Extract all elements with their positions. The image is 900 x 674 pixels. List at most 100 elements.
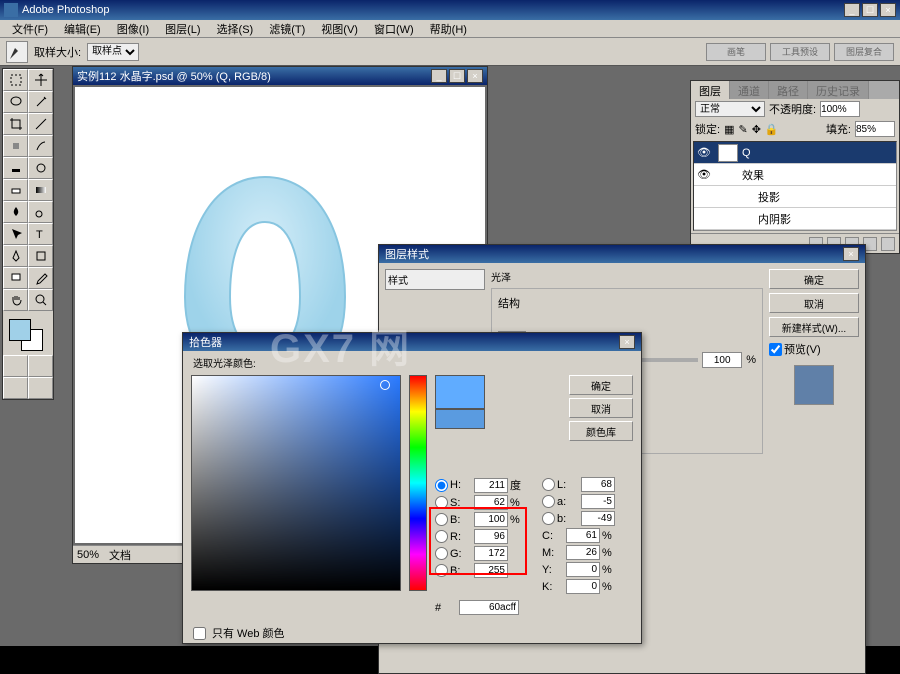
h-radio[interactable] bbox=[435, 479, 448, 492]
lasso-tool[interactable] bbox=[3, 91, 28, 113]
palette-well-brushes[interactable]: 画笔 bbox=[706, 43, 766, 61]
visibility-icon[interactable]: 👁 bbox=[694, 146, 714, 159]
menu-filter[interactable]: 滤镜(T) bbox=[261, 21, 313, 37]
menu-help[interactable]: 帮助(H) bbox=[422, 21, 475, 37]
r-input[interactable] bbox=[474, 529, 508, 544]
tab-layers[interactable]: 图层 bbox=[691, 81, 730, 99]
g-input[interactable] bbox=[474, 546, 508, 561]
hue-slider[interactable] bbox=[409, 375, 427, 591]
webonly-checkbox[interactable] bbox=[193, 627, 206, 640]
doc-maximize-button[interactable]: ☐ bbox=[449, 69, 465, 83]
s-radio[interactable] bbox=[435, 496, 448, 509]
layerstyle-ok-button[interactable]: 确定 bbox=[769, 269, 859, 289]
color-field[interactable] bbox=[191, 375, 401, 591]
menu-file[interactable]: 文件(F) bbox=[4, 21, 56, 37]
eyedropper-tool[interactable] bbox=[28, 267, 53, 289]
stamp-tool[interactable] bbox=[3, 157, 28, 179]
sample-size-select[interactable]: 取样点 bbox=[87, 43, 139, 61]
layer-item-q[interactable]: 👁 T Q bbox=[694, 142, 896, 164]
h-input[interactable] bbox=[474, 478, 508, 493]
marquee-tool[interactable] bbox=[3, 69, 28, 91]
menu-view[interactable]: 视图(V) bbox=[313, 21, 366, 37]
close-button[interactable]: × bbox=[880, 3, 896, 17]
new-style-button[interactable]: 新建样式(W)... bbox=[769, 317, 859, 337]
screen-mode-2[interactable] bbox=[28, 377, 53, 399]
color-cursor[interactable] bbox=[380, 380, 390, 390]
menu-image[interactable]: 图像(I) bbox=[109, 21, 157, 37]
path-select-tool[interactable] bbox=[3, 223, 28, 245]
b-radio[interactable] bbox=[435, 513, 448, 526]
magic-wand-tool[interactable] bbox=[28, 91, 53, 113]
history-brush-tool[interactable] bbox=[28, 157, 53, 179]
g-radio[interactable] bbox=[435, 547, 448, 560]
lock-all-icon[interactable]: 🔒 bbox=[765, 123, 779, 136]
c-input[interactable] bbox=[566, 528, 600, 543]
b-input[interactable] bbox=[474, 512, 508, 527]
l-input[interactable] bbox=[581, 477, 615, 492]
healing-tool[interactable] bbox=[3, 135, 28, 157]
quickmask-mode-button[interactable] bbox=[28, 355, 53, 377]
document-titlebar[interactable]: 实例112 水晶字.psd @ 50% (Q, RGB/8) _ ☐ × bbox=[73, 67, 487, 85]
palette-well-layercomps[interactable]: 图层复合 bbox=[834, 43, 894, 61]
menu-select[interactable]: 选择(S) bbox=[209, 21, 262, 37]
gradient-tool[interactable] bbox=[28, 179, 53, 201]
brush-tool[interactable] bbox=[28, 135, 53, 157]
layerstyle-close-button[interactable]: × bbox=[843, 247, 859, 261]
s-input[interactable] bbox=[474, 495, 508, 510]
l-radio[interactable] bbox=[542, 478, 555, 491]
move-tool[interactable] bbox=[28, 69, 53, 91]
menu-layer[interactable]: 图层(L) bbox=[157, 21, 208, 37]
y-input[interactable] bbox=[566, 562, 600, 577]
notes-tool[interactable] bbox=[3, 267, 28, 289]
eraser-tool[interactable] bbox=[3, 179, 28, 201]
layer-effects-row[interactable]: 👁 效果 bbox=[694, 164, 896, 186]
visibility-icon[interactable]: 👁 bbox=[694, 168, 714, 181]
slice-tool[interactable] bbox=[28, 113, 53, 135]
satin-opacity-input[interactable] bbox=[702, 352, 742, 368]
colorpicker-titlebar[interactable]: 拾色器 × bbox=[183, 333, 641, 351]
blend-mode-select[interactable]: 正常 bbox=[695, 101, 765, 117]
m-input[interactable] bbox=[566, 545, 600, 560]
doc-close-button[interactable]: × bbox=[467, 69, 483, 83]
crop-tool[interactable] bbox=[3, 113, 28, 135]
k-input[interactable] bbox=[566, 579, 600, 594]
layer-effect-dropshadow[interactable]: 投影 bbox=[694, 186, 896, 208]
menu-window[interactable]: 窗口(W) bbox=[366, 21, 422, 37]
zoom-level[interactable]: 50% bbox=[77, 549, 99, 561]
blur-tool[interactable] bbox=[3, 201, 28, 223]
layerstyle-titlebar[interactable]: 图层样式 × bbox=[379, 245, 865, 263]
fill-input[interactable] bbox=[855, 121, 895, 137]
minimize-button[interactable]: _ bbox=[844, 3, 860, 17]
delete-layer-icon[interactable] bbox=[881, 237, 895, 251]
colorpicker-close-button[interactable]: × bbox=[619, 335, 635, 349]
menu-edit[interactable]: 编辑(E) bbox=[56, 21, 109, 37]
bv-input[interactable] bbox=[474, 563, 508, 578]
lock-position-icon[interactable]: ✥ bbox=[752, 123, 761, 136]
dodge-tool[interactable] bbox=[28, 201, 53, 223]
preview-checkbox[interactable] bbox=[769, 343, 782, 356]
zoom-tool[interactable] bbox=[28, 289, 53, 311]
doc-minimize-button[interactable]: _ bbox=[431, 69, 447, 83]
lab-b-input[interactable] bbox=[581, 511, 615, 526]
tab-channels[interactable]: 通道 bbox=[730, 81, 769, 99]
colorpicker-cancel-button[interactable]: 取消 bbox=[569, 398, 633, 418]
lock-transparency-icon[interactable]: ▦ bbox=[724, 123, 734, 136]
active-tool-icon[interactable] bbox=[6, 41, 28, 63]
a-radio[interactable] bbox=[542, 495, 555, 508]
color-swatches[interactable] bbox=[3, 315, 53, 355]
opacity-input[interactable] bbox=[820, 101, 860, 117]
layer-effect-innershadow[interactable]: 内阴影 bbox=[694, 208, 896, 230]
bv-radio[interactable] bbox=[435, 564, 448, 577]
lock-pixels-icon[interactable]: ✎ bbox=[738, 123, 747, 136]
lab-b-radio[interactable] bbox=[542, 512, 555, 525]
foreground-color-swatch[interactable] bbox=[9, 319, 31, 341]
palette-well-toolpresets[interactable]: 工具预设 bbox=[770, 43, 830, 61]
standard-mode-button[interactable] bbox=[3, 355, 28, 377]
pen-tool[interactable] bbox=[3, 245, 28, 267]
color-libraries-button[interactable]: 颜色库 bbox=[569, 421, 633, 441]
tab-history[interactable]: 历史记录 bbox=[808, 81, 869, 99]
colorpicker-ok-button[interactable]: 确定 bbox=[569, 375, 633, 395]
shape-tool[interactable] bbox=[28, 245, 53, 267]
screen-mode-1[interactable] bbox=[3, 377, 28, 399]
hand-tool[interactable] bbox=[3, 289, 28, 311]
